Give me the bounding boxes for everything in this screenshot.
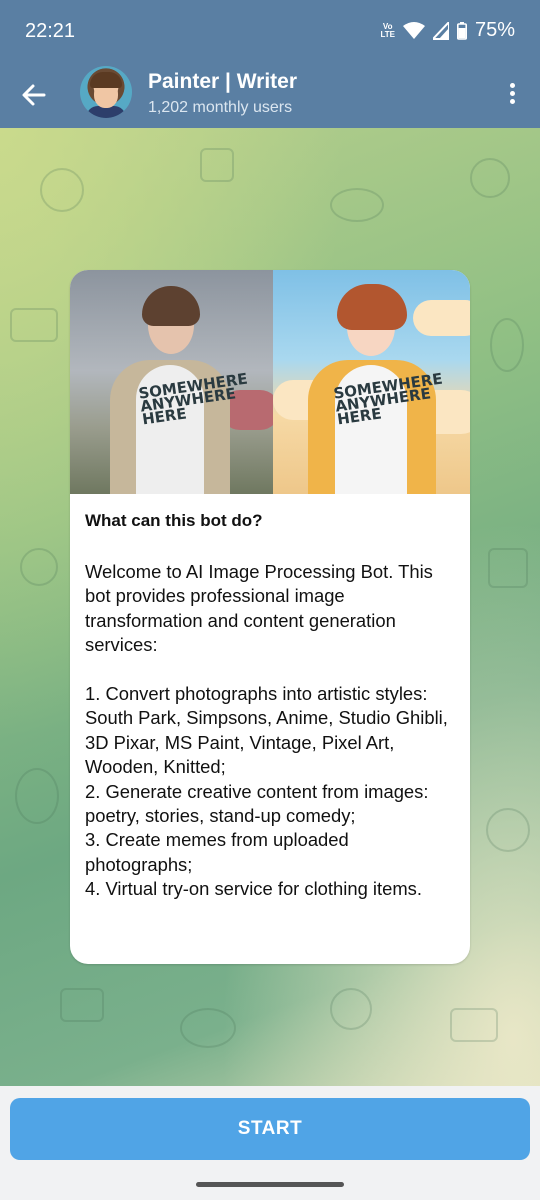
bottom-bar: START — [0, 1086, 540, 1200]
preview-photo-anime: SOMEWHERE ANYWHERE HERE — [273, 270, 470, 494]
battery-icon — [456, 21, 467, 40]
battery-percent: 75% — [474, 19, 515, 41]
chat-background: SOMEWHERE ANYWHERE HERE SOMEWHERE ANYWHE… — [0, 128, 540, 1086]
cellular-signal-icon — [432, 21, 449, 40]
bot-intro-card: SOMEWHERE ANYWHERE HERE SOMEWHERE ANYWHE… — [70, 270, 470, 964]
chat-title[interactable]: Painter | Writer — [148, 70, 297, 94]
back-arrow-icon[interactable] — [18, 79, 50, 111]
bot-avatar[interactable] — [80, 66, 132, 118]
gesture-nav-handle[interactable] — [196, 1182, 344, 1187]
status-bar: 22:21 Vo LTE 75% — [0, 0, 540, 62]
chat-subtitle: 1,202 monthly users — [148, 99, 293, 116]
status-time: 22:21 — [25, 20, 76, 42]
preview-photo-original: SOMEWHERE ANYWHERE HERE — [70, 270, 280, 494]
wifi-icon — [402, 21, 425, 39]
more-menu-icon[interactable] — [506, 80, 518, 110]
card-heading: What can this bot do? — [85, 511, 263, 530]
chat-header: Painter | Writer 1,202 monthly users — [0, 62, 540, 128]
bot-preview-image: SOMEWHERE ANYWHERE HERE SOMEWHERE ANYWHE… — [70, 270, 470, 494]
card-description: Welcome to AI Image Processing Bot. This… — [85, 561, 448, 900]
volte-icon: Vo LTE — [380, 21, 395, 39]
status-icons: Vo LTE 75% — [380, 19, 515, 42]
start-button[interactable]: START — [10, 1098, 530, 1160]
